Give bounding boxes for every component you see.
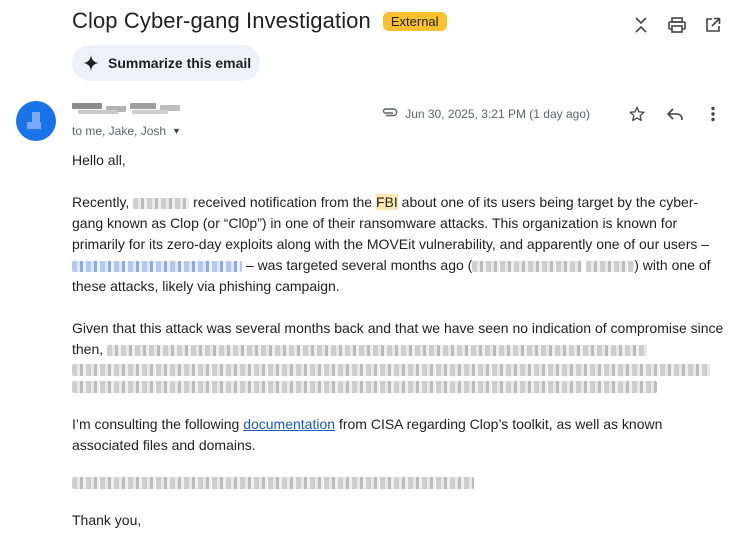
sender-avatar[interactable] bbox=[16, 101, 56, 141]
documentation-link[interactable]: documentation bbox=[243, 416, 335, 432]
unfold-less-icon[interactable] bbox=[630, 14, 652, 36]
redacted-text-line-1 bbox=[107, 344, 648, 356]
fbi-highlight: FBI bbox=[375, 194, 398, 210]
sparkle-icon bbox=[83, 55, 99, 71]
redacted-text-line-2 bbox=[72, 364, 710, 376]
paragraph-3: I’m consulting the following documentati… bbox=[72, 414, 727, 456]
summarize-label: Summarize this email bbox=[108, 55, 252, 71]
p3-text-a: I’m consulting the following bbox=[72, 416, 240, 432]
redacted-text-line-3 bbox=[72, 381, 657, 393]
paragraph-2: Given that this attack was several month… bbox=[72, 318, 727, 393]
p1-text-a: Recently, bbox=[72, 194, 130, 210]
paperclip-icon bbox=[381, 105, 399, 123]
external-badge[interactable]: External bbox=[382, 11, 447, 31]
paragraph-4 bbox=[72, 477, 727, 489]
sender-name-redacted bbox=[72, 101, 180, 117]
reply-icon[interactable] bbox=[664, 103, 686, 125]
summarize-email-button[interactable]: Summarize this email bbox=[72, 45, 260, 81]
email-subject: Clop Cyber-gang Investigation bbox=[72, 8, 371, 33]
message-meta: Jun 30, 2025, 3:21 PM (1 day ago) bbox=[381, 103, 724, 125]
redacted-text-line-4 bbox=[72, 477, 474, 489]
email-body: Hello all, Recently, received notificati… bbox=[72, 150, 727, 552]
redacted-org-name bbox=[133, 197, 190, 209]
more-vert-icon[interactable] bbox=[702, 103, 724, 125]
redacted-user-email[interactable] bbox=[72, 260, 242, 272]
message-date: Jun 30, 2025, 3:21 PM (1 day ago) bbox=[405, 107, 590, 121]
paragraph-1: Recently, received notification from the… bbox=[72, 192, 727, 297]
recipients-dropdown[interactable]: to me, Jake, Josh ▼ bbox=[72, 124, 181, 138]
redacted-date-range bbox=[472, 260, 583, 272]
star-icon[interactable] bbox=[626, 103, 648, 125]
recipients-text: to me, Jake, Josh bbox=[72, 124, 167, 138]
subject-row: Clop Cyber-gang Investigation External bbox=[72, 8, 447, 34]
redacted-date-range-cont bbox=[586, 260, 635, 272]
greeting: Hello all, bbox=[72, 152, 126, 168]
top-toolbar bbox=[630, 14, 724, 36]
open-in-new-icon[interactable] bbox=[702, 14, 724, 36]
closing: Thank you, bbox=[72, 512, 142, 528]
chevron-down-icon: ▼ bbox=[172, 126, 181, 136]
printer-icon[interactable] bbox=[666, 14, 688, 36]
p1-text-d: – was targeted several months ago ( bbox=[245, 257, 473, 273]
p1-text-b: received notification from the bbox=[193, 194, 373, 210]
